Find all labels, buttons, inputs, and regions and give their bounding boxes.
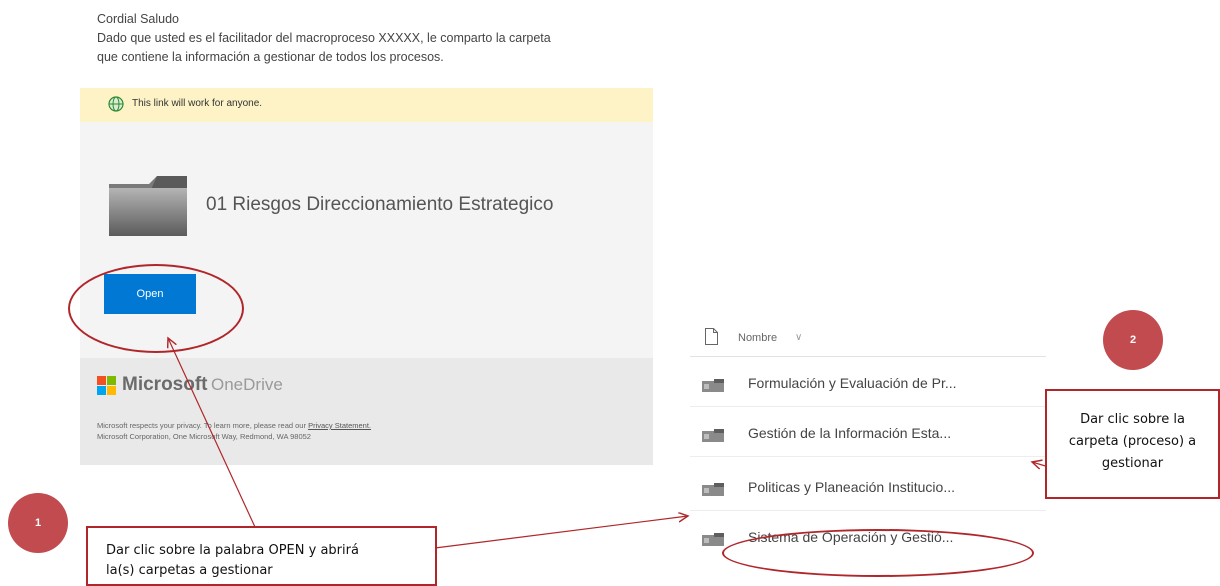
callout-2-line-1: Dar clic sobre la bbox=[1080, 412, 1185, 427]
callout-step-2-text: Dar clic sobre la carpeta (proceso) a ge… bbox=[1047, 409, 1218, 475]
folder-highlight-ellipse bbox=[722, 529, 1034, 577]
step-badge-2: 2 bbox=[1103, 310, 1163, 370]
arrow-to-open bbox=[168, 338, 256, 528]
callout-step-2: Dar clic sobre la carpeta (proceso) a ge… bbox=[1045, 389, 1220, 499]
callout-2-line-2: carpeta (proceso) a bbox=[1068, 434, 1197, 449]
callout-step-1: Dar clic sobre la palabra OPEN y abrirá … bbox=[86, 526, 437, 586]
open-highlight-ellipse bbox=[68, 264, 244, 353]
callout-1-line-1: Dar clic sobre la palabra OPEN y abrirá bbox=[106, 543, 359, 558]
callout-2-line-3: gestionar bbox=[1101, 456, 1164, 471]
callout-step-1-text: Dar clic sobre la palabra OPEN y abrirá … bbox=[106, 541, 359, 581]
arrow-to-list bbox=[434, 516, 688, 549]
callout-1-line-2: la(s) carpetas a gestionar bbox=[106, 563, 273, 578]
step-badge-1: 1 bbox=[8, 493, 68, 553]
